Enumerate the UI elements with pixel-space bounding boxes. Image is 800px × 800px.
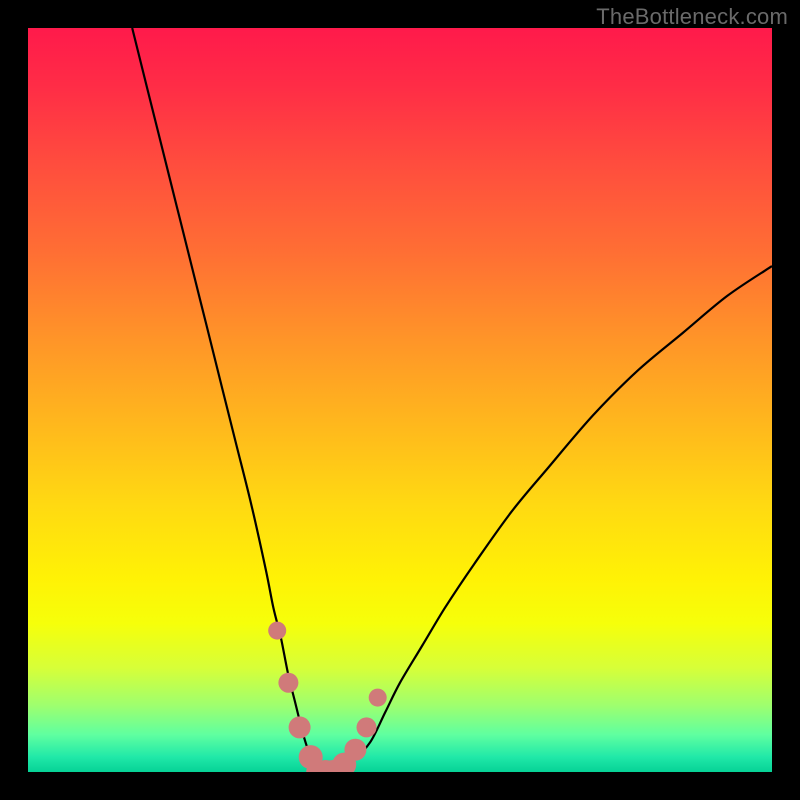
valley-marker (369, 689, 387, 707)
valley-markers (268, 622, 387, 772)
plot-area (28, 28, 772, 772)
bottleneck-curve (132, 28, 772, 772)
chart-frame: TheBottleneck.com (0, 0, 800, 800)
valley-marker (289, 716, 311, 738)
curve-layer (28, 28, 772, 772)
valley-marker (357, 717, 377, 737)
plot-inner (28, 28, 772, 772)
valley-marker (268, 622, 286, 640)
watermark-text: TheBottleneck.com (596, 4, 788, 30)
valley-marker (278, 673, 298, 693)
valley-marker (344, 739, 366, 761)
